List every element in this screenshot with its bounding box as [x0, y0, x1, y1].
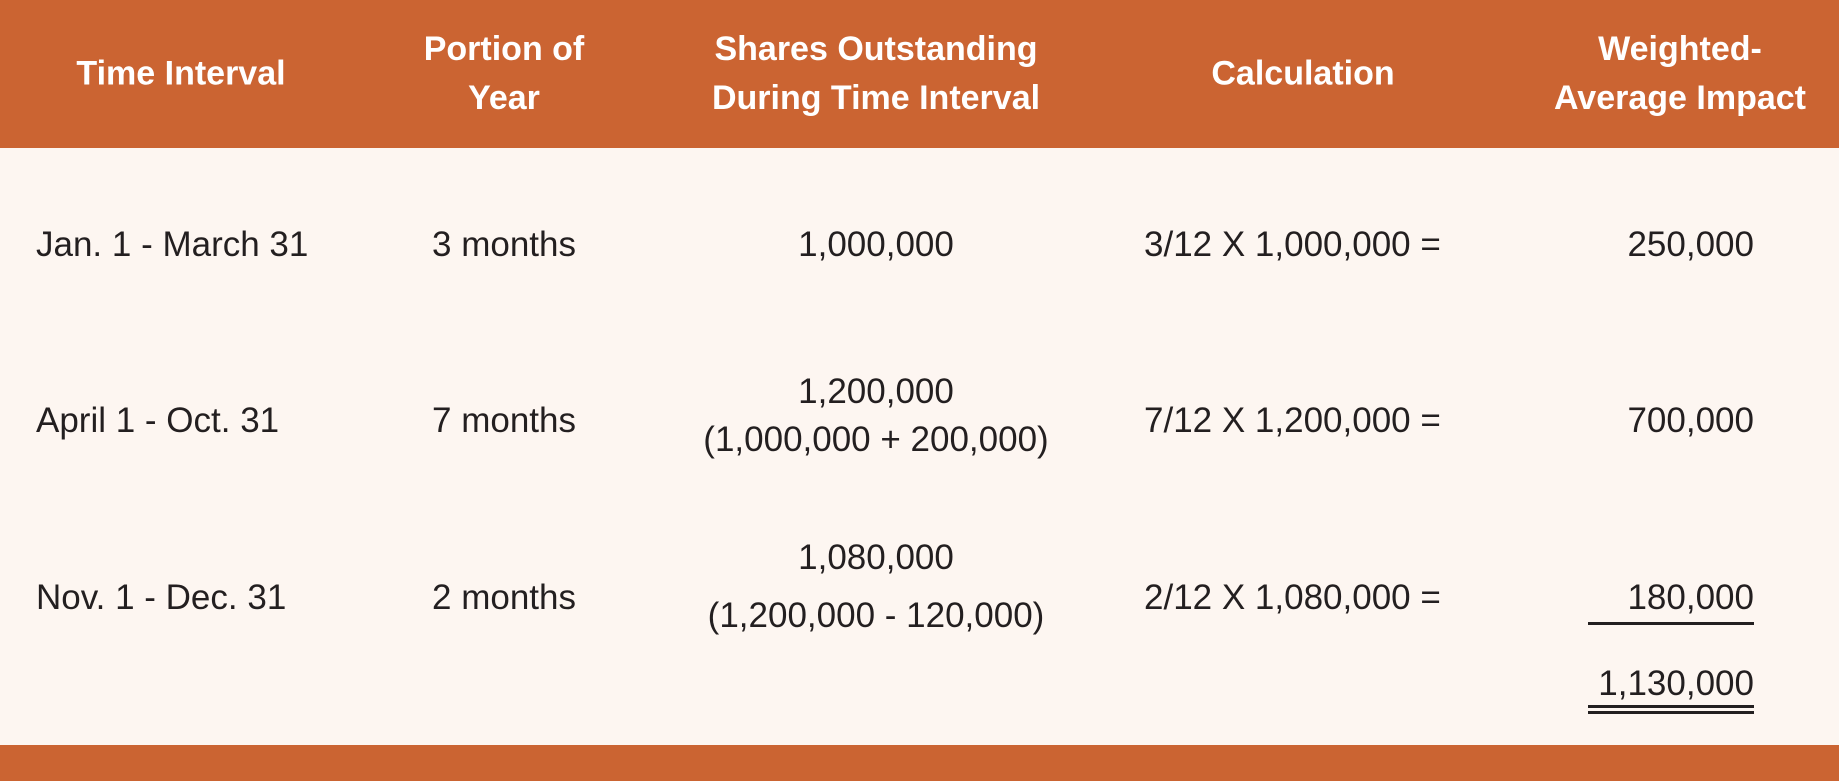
total-double-rule — [1588, 705, 1754, 714]
shares-detail-cell: (1,200,000 - 120,000) — [707, 596, 1045, 635]
header-calculation: Calculation — [1211, 50, 1394, 99]
header-portion-of-year: Portion of Year — [424, 25, 585, 123]
header-shares-line-1: Shares Outstanding — [714, 30, 1038, 68]
portion-cell: 3 months — [432, 225, 576, 264]
shares-cell: 1,000,000 — [798, 225, 954, 264]
weighted-impact-cell: 250,000 — [1627, 225, 1754, 264]
header-portion-line-2: Year — [468, 79, 540, 117]
header-weighted-line-1: Weighted- — [1598, 30, 1762, 68]
header-weighted-line-2: Average Impact — [1554, 79, 1806, 117]
header-weighted-average-impact: Weighted- Average Impact — [1554, 25, 1806, 123]
header-portion-line-1: Portion of — [423, 30, 585, 68]
weighted-impact-cell: 180,000 — [1627, 578, 1754, 617]
calculation-cell: 2/12 X 1,080,000 = — [1144, 578, 1441, 617]
calculation-cell: 3/12 X 1,000,000 = — [1144, 225, 1441, 264]
subtotal-rule — [1588, 622, 1754, 625]
header-calculation-label: Calculation — [1211, 54, 1395, 93]
time-interval-cell: April 1 - Oct. 31 — [36, 401, 280, 440]
weighted-impact-cell: 700,000 — [1627, 401, 1754, 440]
time-interval-cell: Nov. 1 - Dec. 31 — [36, 578, 287, 617]
footer-bar — [0, 745, 1839, 781]
header-time-interval-label: Time Interval — [76, 54, 286, 93]
shares-detail-cell: (1,000,000 + 200,000) — [703, 420, 1049, 459]
shares-cell: 1,080,000 — [798, 538, 954, 577]
portion-cell: 2 months — [432, 578, 576, 617]
header-time-interval: Time Interval — [76, 50, 285, 99]
time-interval-cell: Jan. 1 - March 31 — [36, 225, 309, 264]
table-header: Time Interval Portion of Year Shares Out… — [0, 0, 1839, 148]
calculation-cell: 7/12 X 1,200,000 = — [1144, 401, 1441, 440]
header-shares-line-2: During Time Interval — [711, 79, 1041, 117]
portion-cell: 7 months — [432, 401, 576, 440]
header-shares-outstanding: Shares Outstanding During Time Interval — [712, 25, 1040, 123]
